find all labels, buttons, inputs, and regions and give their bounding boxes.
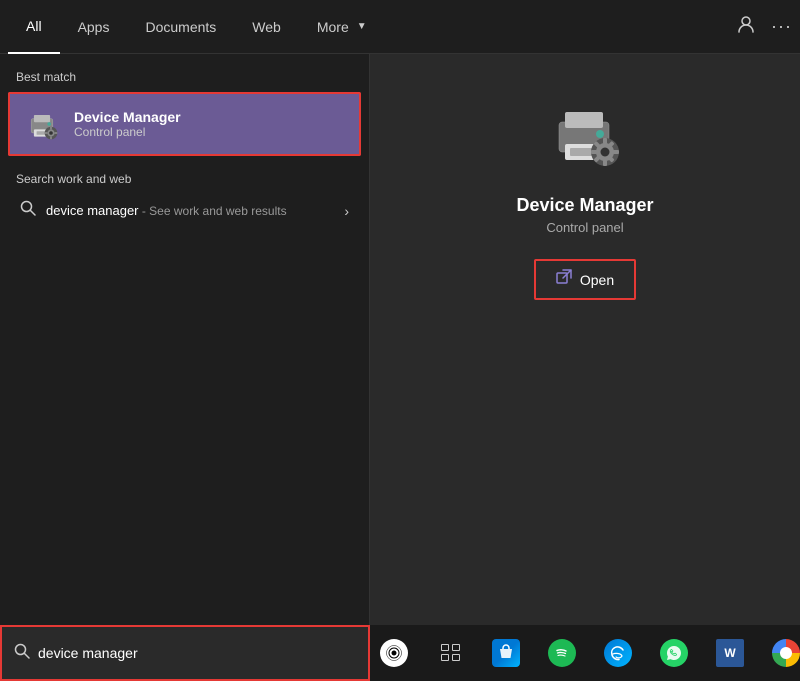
top-navigation: All Apps Documents Web More ▼ ··· bbox=[0, 0, 800, 54]
search-icon bbox=[20, 200, 36, 221]
chrome-icon bbox=[772, 639, 800, 667]
taskbar-search-icon bbox=[14, 643, 30, 664]
store-icon bbox=[492, 639, 520, 667]
store-button[interactable] bbox=[482, 629, 530, 677]
tab-apps[interactable]: Apps bbox=[60, 0, 128, 54]
edge-button[interactable] bbox=[594, 629, 642, 677]
person-icon[interactable] bbox=[737, 15, 755, 38]
left-panel: Best match bbox=[0, 54, 370, 625]
start-icon bbox=[380, 639, 408, 667]
best-match-text: Device Manager Control panel bbox=[74, 109, 347, 139]
right-panel-icon bbox=[545, 94, 625, 179]
word-button[interactable]: W bbox=[706, 629, 754, 677]
tab-all[interactable]: All bbox=[8, 0, 60, 54]
tab-web[interactable]: Web bbox=[234, 0, 299, 54]
open-button-label: Open bbox=[580, 272, 614, 288]
chevron-right-icon: › bbox=[344, 203, 349, 219]
more-options-icon[interactable]: ··· bbox=[771, 16, 792, 37]
best-match-subtitle: Control panel bbox=[74, 125, 347, 139]
best-match-label: Best match bbox=[0, 70, 369, 92]
nav-icons: ··· bbox=[737, 15, 792, 38]
search-box-container[interactable] bbox=[0, 625, 370, 681]
tab-documents[interactable]: Documents bbox=[127, 0, 234, 54]
open-button[interactable]: Open bbox=[534, 259, 636, 300]
main-area: Best match bbox=[0, 54, 800, 625]
taskbar: W bbox=[0, 625, 800, 681]
start-button[interactable] bbox=[370, 629, 418, 677]
task-view-button[interactable] bbox=[426, 629, 474, 677]
device-manager-icon-box bbox=[22, 104, 62, 144]
word-icon: W bbox=[716, 639, 744, 667]
open-icon bbox=[556, 269, 572, 290]
right-app-subtitle: Control panel bbox=[546, 220, 623, 235]
whatsapp-icon bbox=[660, 639, 688, 667]
right-panel: Device Manager Control panel Open bbox=[370, 54, 800, 625]
right-app-title: Device Manager bbox=[516, 195, 653, 216]
spotify-icon bbox=[548, 639, 576, 667]
best-match-title: Device Manager bbox=[74, 109, 347, 125]
search-input[interactable] bbox=[38, 645, 356, 661]
edge-icon bbox=[604, 639, 632, 667]
chrome-button[interactable] bbox=[762, 629, 800, 677]
taskbar-icons: W bbox=[370, 625, 800, 681]
dropdown-arrow-icon: ▼ bbox=[357, 21, 367, 32]
task-view-icon bbox=[439, 644, 461, 662]
best-match-item[interactable]: Device Manager Control panel bbox=[8, 92, 361, 156]
tab-more[interactable]: More ▼ bbox=[299, 0, 385, 54]
whatsapp-button[interactable] bbox=[650, 629, 698, 677]
search-section-label: Search work and web bbox=[0, 160, 369, 192]
spotify-button[interactable] bbox=[538, 629, 586, 677]
web-search-item[interactable]: device manager - See work and web result… bbox=[8, 192, 361, 229]
web-search-text: device manager - See work and web result… bbox=[46, 203, 334, 218]
